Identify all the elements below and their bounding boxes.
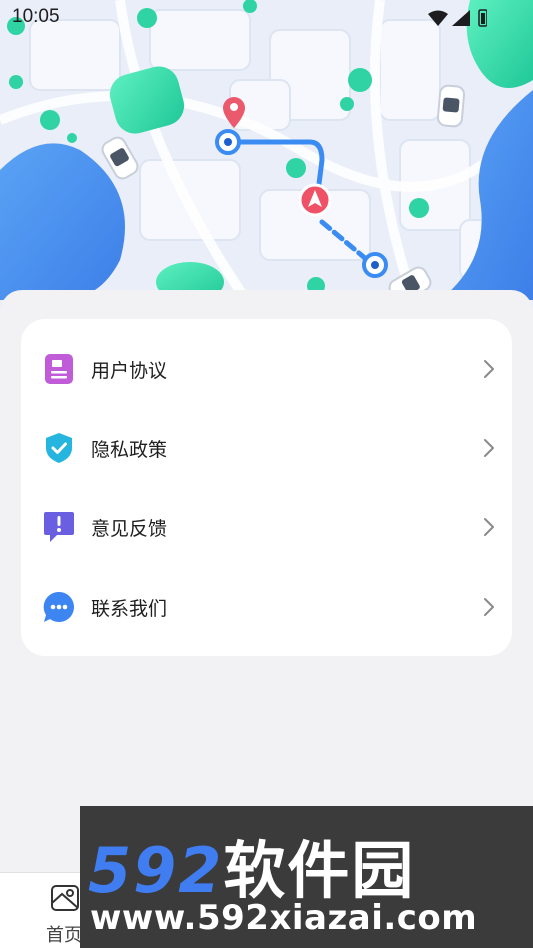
chat-bubble-icon xyxy=(43,591,75,623)
menu-item-label: 用户协议 xyxy=(91,359,168,382)
menu-item-label: 隐私政策 xyxy=(91,438,168,461)
status-time: 10:05 xyxy=(12,6,60,27)
watermark-overlay: 592软件园 www.592xiazai.com xyxy=(80,806,533,948)
menu-item-feedback[interactable]: 意见反馈 xyxy=(21,487,512,567)
tab-home-label: 首页 xyxy=(46,925,82,946)
chevron-right-icon xyxy=(484,360,494,378)
shield-check-icon xyxy=(43,432,75,464)
menu-item-user-agreement[interactable]: 用户协议 xyxy=(21,329,512,409)
map-illustration-svg xyxy=(0,0,533,320)
status-bar: 10:05 xyxy=(0,0,533,36)
watermark-url: www.592xiazai.com xyxy=(90,898,478,938)
signal-icons xyxy=(428,9,487,27)
menu-item-contact-us[interactable]: 联系我们 xyxy=(21,567,512,647)
menu-item-label: 联系我们 xyxy=(91,597,168,620)
map-icon xyxy=(51,885,79,911)
document-icon xyxy=(43,353,75,385)
watermark-logo-number: 592 xyxy=(88,834,224,907)
menu-item-label: 意见反馈 xyxy=(91,517,168,540)
menu-item-privacy-policy[interactable]: 隐私政策 xyxy=(21,408,512,488)
menu-card: 用户协议 隐私政策 意见反馈 联系我们 xyxy=(21,319,512,656)
map-illustration xyxy=(0,0,533,320)
feedback-icon xyxy=(43,511,75,543)
wifi-icon xyxy=(428,10,448,26)
chevron-right-icon xyxy=(484,598,494,616)
cellular-signal-icon xyxy=(452,10,470,26)
watermark-logo-text: 软件园 xyxy=(223,834,416,907)
watermark-logo: 592软件园 xyxy=(88,820,415,910)
chevron-right-icon xyxy=(484,439,494,457)
chevron-right-icon xyxy=(484,518,494,536)
